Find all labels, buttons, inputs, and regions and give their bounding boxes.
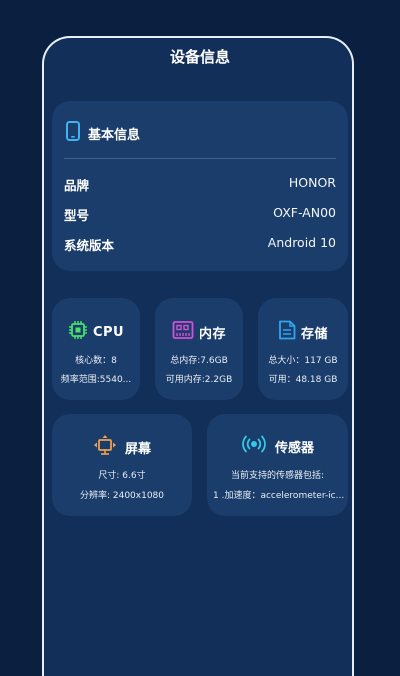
storage-card[interactable]: 存储 总大小：117 GB 可用：48.18 GB — [258, 298, 348, 400]
cpu-frequency: 频率范围:5540... — [60, 375, 132, 385]
storage-available: 可用：48.18 GB — [268, 375, 338, 385]
cpu-header: CPU — [52, 320, 140, 344]
sensor-icon — [241, 434, 267, 458]
memory-card[interactable]: 内存 总内存:7.6GB 可用内存:2.2GB — [155, 298, 243, 400]
screen-size: 尺寸: 6.6寸 — [98, 471, 146, 481]
basic-info-card: 基本信息 品牌 HONOR 型号 OXF-AN00 系统版本 Android 1… — [52, 101, 348, 271]
memory-total: 总内存:7.6GB — [170, 356, 228, 366]
info-label: 品牌 — [64, 178, 90, 193]
info-row-brand: 品牌 HONOR — [64, 175, 336, 194]
screen-resolution: 分辨率: 2400x1080 — [79, 491, 165, 501]
memory-available: 可用内存:2.2GB — [165, 375, 233, 385]
info-value: OXF-AN00 — [273, 205, 336, 220]
info-label: 型号 — [64, 208, 90, 223]
page-title: 设备信息 — [169, 48, 230, 66]
sensor-card[interactable]: 传感器 当前支持的传感器包括: 1 .加速度：accelerometer-ic.… — [207, 414, 348, 516]
basic-info-header: 基本信息 — [66, 121, 140, 145]
info-value: Android 10 — [267, 235, 336, 250]
info-label: 系统版本 — [64, 238, 115, 253]
screen-icon — [93, 434, 117, 460]
sensor-intro: 当前支持的传感器包括: — [230, 471, 325, 481]
storage-header: 存储 — [258, 320, 348, 344]
sensor-first-item: 1 .加速度：accelerometer-ic... — [213, 491, 345, 501]
sensor-title: 传感器 — [274, 440, 314, 456]
storage-total: 总大小：117 GB — [268, 356, 338, 366]
info-value: HONOR — [288, 175, 336, 190]
memory-header: 内存 — [155, 320, 243, 344]
divider — [64, 158, 336, 159]
info-row-model: 型号 OXF-AN00 — [64, 205, 336, 224]
memory-title: 内存 — [198, 326, 226, 342]
info-row-os-version: 系统版本 Android 10 — [64, 235, 336, 254]
chip-icon — [68, 320, 88, 344]
cpu-title: CPU — [92, 324, 125, 340]
basic-info-title: 基本信息 — [88, 127, 141, 143]
phone-icon — [66, 121, 80, 145]
cpu-card[interactable]: CPU 核心数：8 频率范围:5540... — [52, 298, 140, 400]
storage-title: 存储 — [300, 326, 328, 342]
sensor-header: 传感器 — [207, 434, 348, 458]
screen-title: 屏幕 — [124, 441, 151, 457]
screen-header: 屏幕 — [52, 434, 192, 460]
file-icon — [278, 320, 296, 344]
screen-card[interactable]: 屏幕 尺寸: 6.6寸 分辨率: 2400x1080 — [52, 414, 192, 516]
cpu-cores: 核心数：8 — [75, 356, 117, 366]
memory-icon — [172, 320, 194, 344]
